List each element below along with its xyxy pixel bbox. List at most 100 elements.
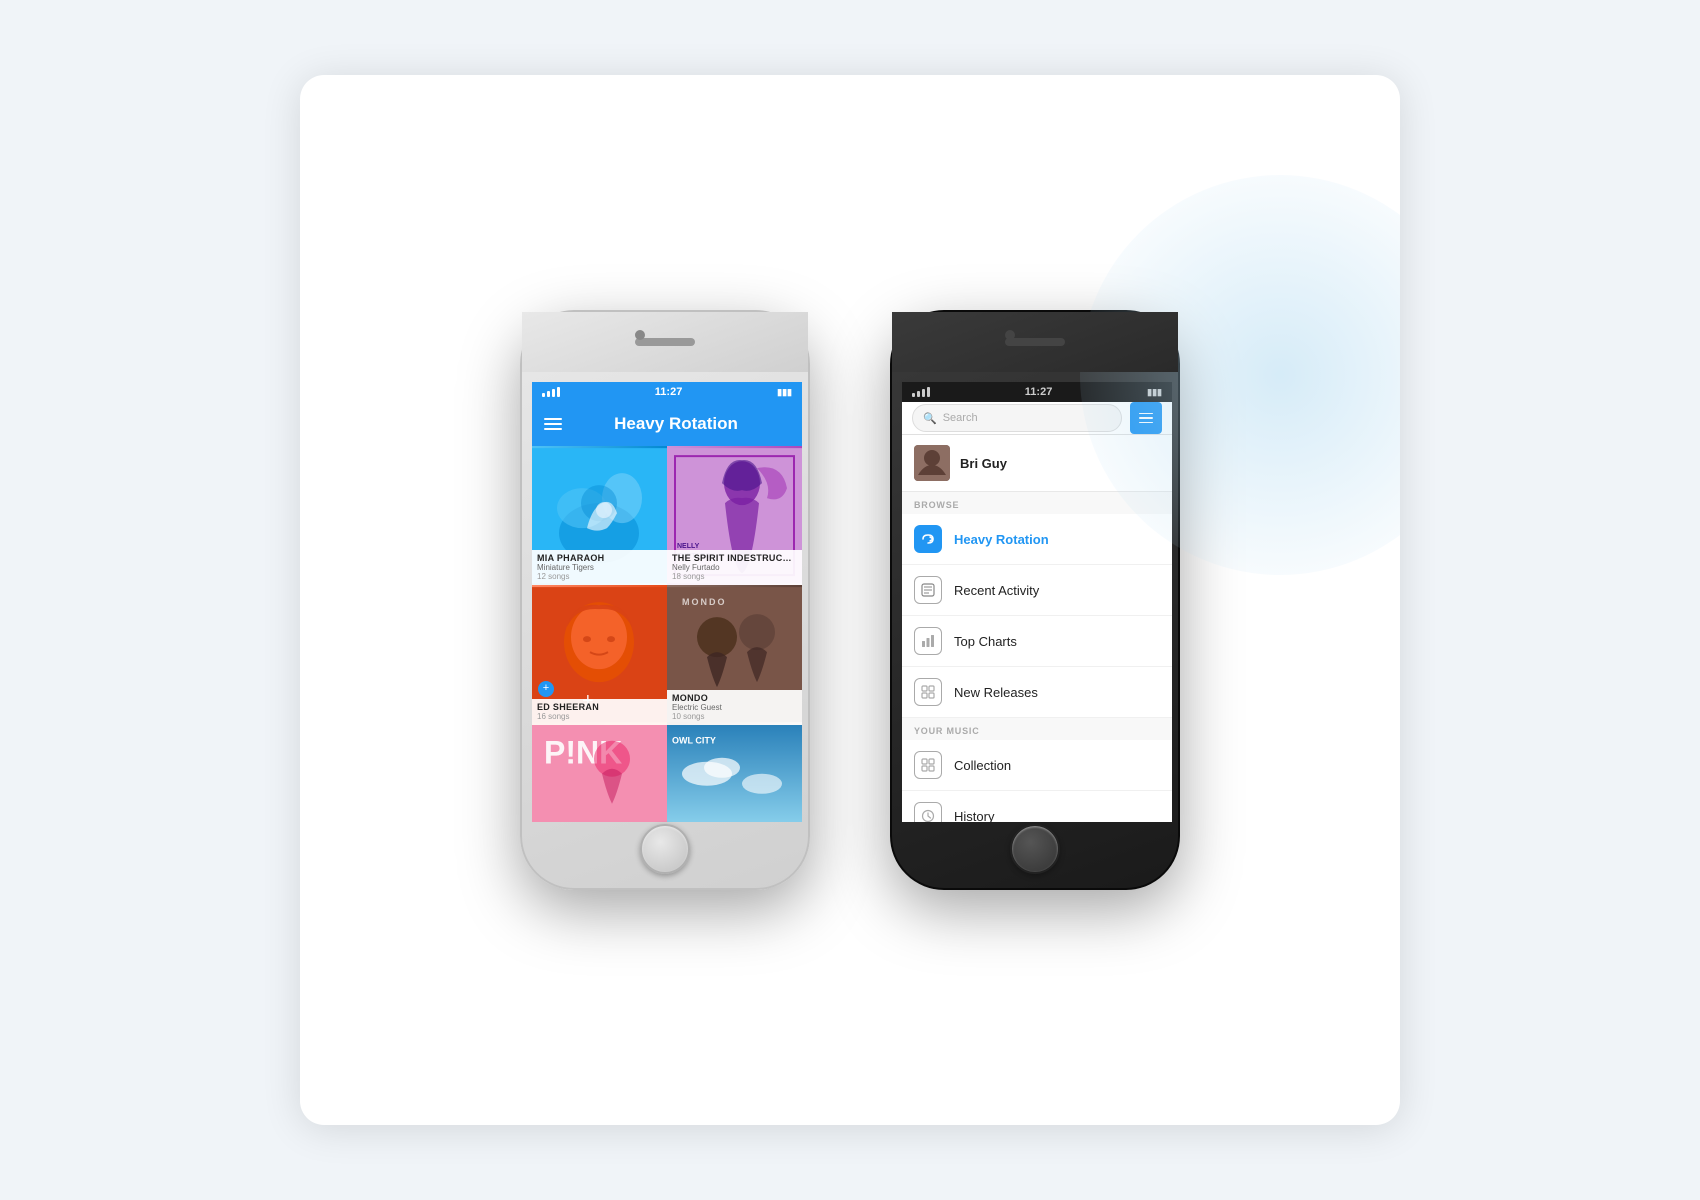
signal-bar-b4 (927, 387, 930, 397)
album-name-mia: MIA PHARAOH (537, 553, 662, 563)
status-bar-black: 11:27 ▮▮▮ (902, 382, 1172, 402)
phone-top-bar-black (892, 312, 1178, 372)
search-placeholder: Search (943, 412, 978, 424)
user-avatar (914, 445, 950, 481)
home-button-white[interactable] (640, 824, 690, 874)
signal-bar-1 (542, 393, 545, 397)
album-name-ed: Ed Sheeran (537, 702, 662, 712)
add-icon-ed: + (538, 681, 554, 697)
battery-icon-black: ▮▮▮ (1147, 387, 1162, 398)
svg-text:MONDO: MONDO (682, 597, 727, 607)
album-artist-mia: Miniature Tigers (537, 563, 662, 572)
menu-item-heavy-rotation[interactable]: Heavy Rotation (902, 514, 1172, 565)
recent-activity-icon (914, 576, 942, 604)
signal-bar-4 (557, 387, 560, 397)
scene: 11:27 ▮▮▮ Heavy Rotation (300, 75, 1400, 1125)
new-releases-label: New Releases (954, 685, 1038, 700)
signal-bar-b1 (912, 393, 915, 397)
hamburger-line-1 (544, 418, 562, 420)
status-icons-white: ▮▮▮ (777, 387, 792, 398)
album-cell-mondo[interactable]: MONDO Mondo Electric Guest 10 songs (667, 585, 802, 724)
signal-bar-3 (552, 389, 555, 397)
svg-text:NELLY: NELLY (677, 543, 700, 550)
home-button-black[interactable] (1010, 824, 1060, 874)
history-icon (914, 802, 942, 822)
screen-white: 11:27 ▮▮▮ Heavy Rotation (532, 382, 802, 822)
hamburger-line-2 (544, 423, 562, 425)
album-name-mondo: Mondo (672, 693, 797, 703)
section-browse: BROWSE (902, 492, 1172, 514)
history-label: History (954, 809, 994, 823)
signal-bar-2 (547, 391, 550, 397)
menu-screen: 11:27 ▮▮▮ 🔍 Search (902, 382, 1172, 822)
album-info-mondo: Mondo Electric Guest 10 songs (667, 690, 802, 725)
status-time-black: 11:27 (1025, 386, 1053, 398)
album-row-3: P!NK (532, 725, 802, 822)
speaker-black (1005, 338, 1065, 346)
top-charts-icon (914, 627, 942, 655)
album-cell-mia[interactable]: MIA PHARAOH Miniature Tigers 12 songs (532, 446, 667, 585)
signal-white (542, 387, 560, 397)
menu-item-new-releases[interactable]: New Releases (902, 667, 1172, 718)
top-charts-label: Top Charts (954, 634, 1017, 649)
menu-item-recent-activity[interactable]: Recent Activity (902, 565, 1172, 616)
menu-hamburger-button[interactable] (1130, 402, 1162, 434)
hamburger-button-white[interactable] (544, 418, 562, 430)
camera-black (1005, 330, 1015, 340)
white-content: 11:27 ▮▮▮ Heavy Rotation (532, 382, 802, 822)
search-bar: 🔍 Search (902, 402, 1172, 435)
heavy-rotation-icon (914, 525, 942, 553)
collection-label: Collection (954, 758, 1011, 773)
phone-white: 11:27 ▮▮▮ Heavy Rotation (520, 310, 810, 890)
collection-icon (914, 751, 942, 779)
menu-item-collection[interactable]: Collection (902, 740, 1172, 791)
album-info-ed: + Ed Sheeran 16 songs (532, 699, 667, 725)
nav-title-white: Heavy Rotation (562, 414, 790, 434)
heavy-rotation-label: Heavy Rotation (954, 532, 1049, 547)
phone-top-bar-white (522, 312, 808, 372)
album-songs-nelly: 18 songs (672, 572, 797, 581)
album-info-nelly: The Spirit Indestructible Nelly Furtado … (667, 550, 802, 585)
search-field[interactable]: 🔍 Search (912, 404, 1122, 432)
album-cell-ed[interactable]: + + Ed Sheeran 16 songs (532, 585, 667, 724)
album-cell-nelly[interactable]: NELLY FURTADO The Spirit Indestructible … (667, 446, 802, 585)
album-artist-mondo: Electric Guest (672, 703, 797, 712)
signal-black (912, 387, 930, 397)
status-time-white: 11:27 (655, 386, 683, 398)
album-bg-owlcity: OWL CITY (667, 725, 802, 822)
album-artist-nelly: Nelly Furtado (672, 563, 797, 572)
battery-icon-white: ▮▮▮ (777, 387, 792, 398)
svg-text:OWL CITY: OWL CITY (672, 735, 716, 745)
signal-bar-b3 (922, 389, 925, 397)
camera-white (635, 330, 645, 340)
nav-bar-white-phone: Heavy Rotation (532, 402, 802, 446)
album-row-2: + + Ed Sheeran 16 songs (532, 585, 802, 724)
album-row-1: MIA PHARAOH Miniature Tigers 12 songs (532, 446, 802, 585)
status-icons-black: ▮▮▮ (1147, 387, 1162, 398)
album-songs-mondo: 10 songs (672, 712, 797, 721)
menu-hamburger-line-2 (1139, 417, 1153, 419)
screen-black: 11:27 ▮▮▮ 🔍 Search (902, 382, 1172, 822)
signal-bar-b2 (917, 391, 920, 397)
hamburger-line-3 (544, 428, 562, 430)
user-name: Bri Guy (960, 456, 1007, 471)
status-bar-white: 11:27 ▮▮▮ (532, 382, 802, 402)
phone-black: 11:27 ▮▮▮ 🔍 Search (890, 310, 1180, 890)
menu-item-top-charts[interactable]: Top Charts (902, 616, 1172, 667)
menu-hamburger-line-3 (1139, 422, 1153, 424)
menu-hamburger-line-1 (1139, 413, 1153, 415)
speaker-white (635, 338, 695, 346)
new-releases-icon (914, 678, 942, 706)
album-info-mia: MIA PHARAOH Miniature Tigers 12 songs (532, 550, 667, 585)
album-songs-ed: 16 songs (537, 712, 662, 721)
section-your-music: YOUR MUSIC (902, 718, 1172, 740)
album-songs-mia: 12 songs (537, 572, 662, 581)
album-grid: MIA PHARAOH Miniature Tigers 12 songs (532, 446, 802, 822)
user-row[interactable]: Bri Guy (902, 435, 1172, 492)
menu-item-history[interactable]: History (902, 791, 1172, 822)
search-icon: 🔍 (923, 412, 937, 425)
recent-activity-label: Recent Activity (954, 583, 1039, 598)
album-bg-pink: P!NK (532, 725, 667, 822)
album-cell-owlcity[interactable]: OWL CITY (667, 725, 802, 822)
album-cell-pink[interactable]: P!NK (532, 725, 667, 822)
